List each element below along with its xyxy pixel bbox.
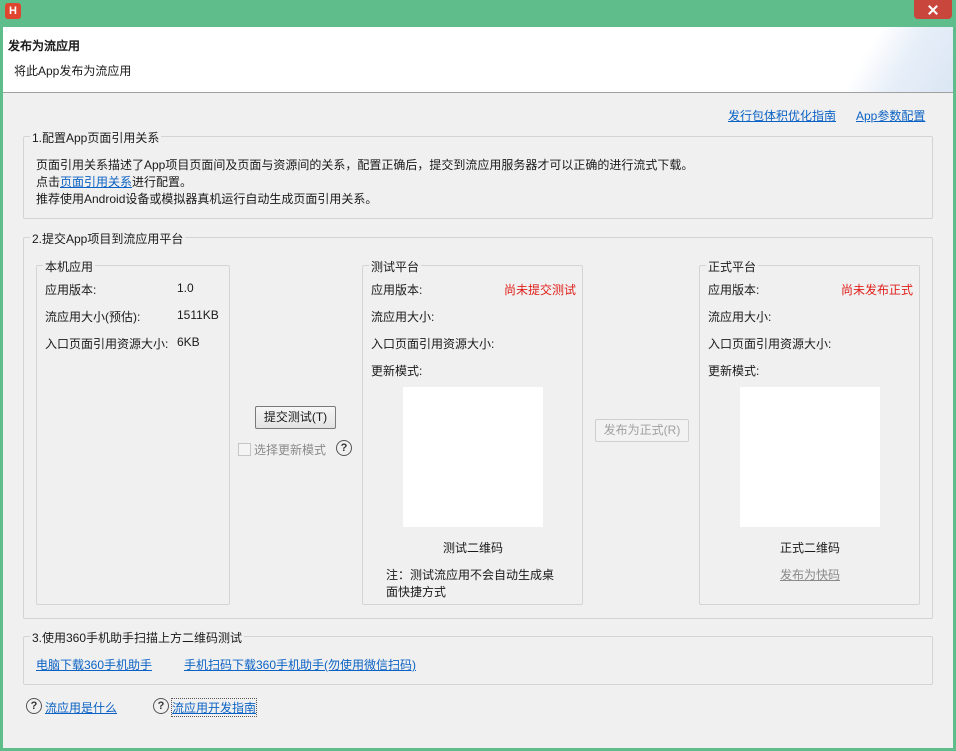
release-size-label: 流应用大小: [708, 310, 772, 324]
local-size-value: 1511KB [177, 308, 219, 322]
page-references-link[interactable]: 页面引用关系 [60, 175, 132, 189]
test-size-label: 流应用大小: [371, 310, 435, 324]
test-entry-size-label: 入口页面引用资源大小: [371, 337, 495, 351]
phone-download-360-link[interactable]: 手机扫码下载360手机助手(勿使用微信扫码) [184, 656, 416, 673]
test-note-line1: 注：测试流应用不会自动生成桌 [386, 568, 555, 582]
section3-title: 3.使用360手机助手扫描上方二维码测试 [30, 629, 245, 646]
section1-suffix: 进行配置。 [132, 175, 193, 189]
section-submit-platform: 2.提交App项目到流应用平台 本机应用 应用版本: 1.0 流应用大小(预估)… [23, 230, 933, 619]
publish-release-button[interactable]: 发布为正式(R) [595, 419, 689, 442]
what-is-flow-app-link[interactable]: 流应用是什么 [45, 699, 117, 716]
release-platform-title: 正式平台 [706, 258, 759, 275]
dialog-title: 发布为流应用 [8, 39, 81, 53]
section1-instruction: 点击页面引用关系进行配置。 [36, 173, 192, 190]
release-platform-panel: 正式平台 应用版本: 尚未发布正式 流应用大小: 入口页面引用资源大小: 更新模… [699, 258, 920, 605]
local-app-title: 本机应用 [43, 258, 96, 275]
local-entry-size-label: 入口页面引用资源大小: [45, 337, 169, 351]
section1-description: 页面引用关系描述了App项目页面间及页面与资源间的关系，配置正确后，提交到流应用… [36, 158, 694, 172]
release-version-status: 尚未发布正式 [841, 283, 914, 297]
dialog-window: 发布为流应用 将此App发布为流应用 发行包体积优化指南 App参数配置 1.配… [3, 27, 953, 748]
test-update-mode-label: 更新模式: [371, 364, 423, 378]
publish-quick-app-link[interactable]: 发布为快码 [780, 566, 840, 583]
test-qr-label: 测试二维码 [443, 541, 504, 555]
update-mode-label: 选择更新模式 [254, 443, 327, 457]
section-configure-references: 1.配置App页面引用关系 页面引用关系描述了App项目页面间及页面与资源间的关… [23, 129, 933, 219]
header-decoration [833, 27, 953, 92]
section1-prefix: 点击 [36, 175, 61, 189]
title-bar: H [0, 0, 956, 27]
section1-recommendation: 推荐使用Android设备或模拟器真机运行自动生成页面引用关系。 [36, 192, 378, 206]
section2-title: 2.提交App项目到流应用平台 [30, 230, 186, 247]
release-qr-code [740, 387, 880, 527]
test-qr-code [403, 387, 543, 527]
local-size-label: 流应用大小(预估): [45, 310, 141, 324]
update-mode-help-icon[interactable]: ? [336, 440, 352, 456]
release-entry-size-label: 入口页面引用资源大小: [708, 337, 832, 351]
release-version-label: 应用版本: [708, 283, 760, 297]
hbuilder-logo-icon: H [5, 3, 21, 19]
submit-test-button[interactable]: 提交测试(T) [255, 406, 336, 429]
section-360-assistant: 3.使用360手机助手扫描上方二维码测试 电脑下载360手机助手 手机扫码下载3… [23, 629, 933, 685]
test-platform-title: 测试平台 [369, 258, 422, 275]
pc-download-360-link[interactable]: 电脑下载360手机助手 [36, 656, 152, 673]
test-version-status: 尚未提交测试 [504, 283, 577, 297]
dev-guide-link[interactable]: 流应用开发指南 [170, 698, 258, 717]
test-note-line2: 面快捷方式 [386, 585, 447, 599]
release-update-mode-label: 更新模式: [708, 364, 760, 378]
test-platform-panel: 测试平台 应用版本: 尚未提交测试 流应用大小: 入口页面引用资源大小: 更新模… [362, 258, 583, 605]
close-button[interactable] [914, 0, 952, 19]
dialog-subtitle: 将此App发布为流应用 [14, 64, 132, 78]
local-version-value: 1.0 [177, 281, 194, 295]
update-mode-checkbox[interactable] [238, 443, 251, 456]
local-version-label: 应用版本: [45, 283, 97, 297]
release-qr-label: 正式二维码 [780, 541, 841, 555]
what-is-help-icon[interactable]: ? [26, 698, 42, 714]
dev-guide-help-icon[interactable]: ? [153, 698, 169, 714]
section1-title: 1.配置App页面引用关系 [30, 129, 162, 146]
local-entry-size-value: 6KB [177, 335, 200, 349]
app-params-link[interactable]: App参数配置 [856, 107, 925, 124]
optimize-guide-link[interactable]: 发行包体积优化指南 [728, 107, 836, 124]
dialog-header: 发布为流应用 将此App发布为流应用 [3, 27, 953, 93]
local-app-panel: 本机应用 应用版本: 1.0 流应用大小(预估): 1511KB 入口页面引用资… [36, 258, 230, 605]
test-version-label: 应用版本: [371, 283, 423, 297]
